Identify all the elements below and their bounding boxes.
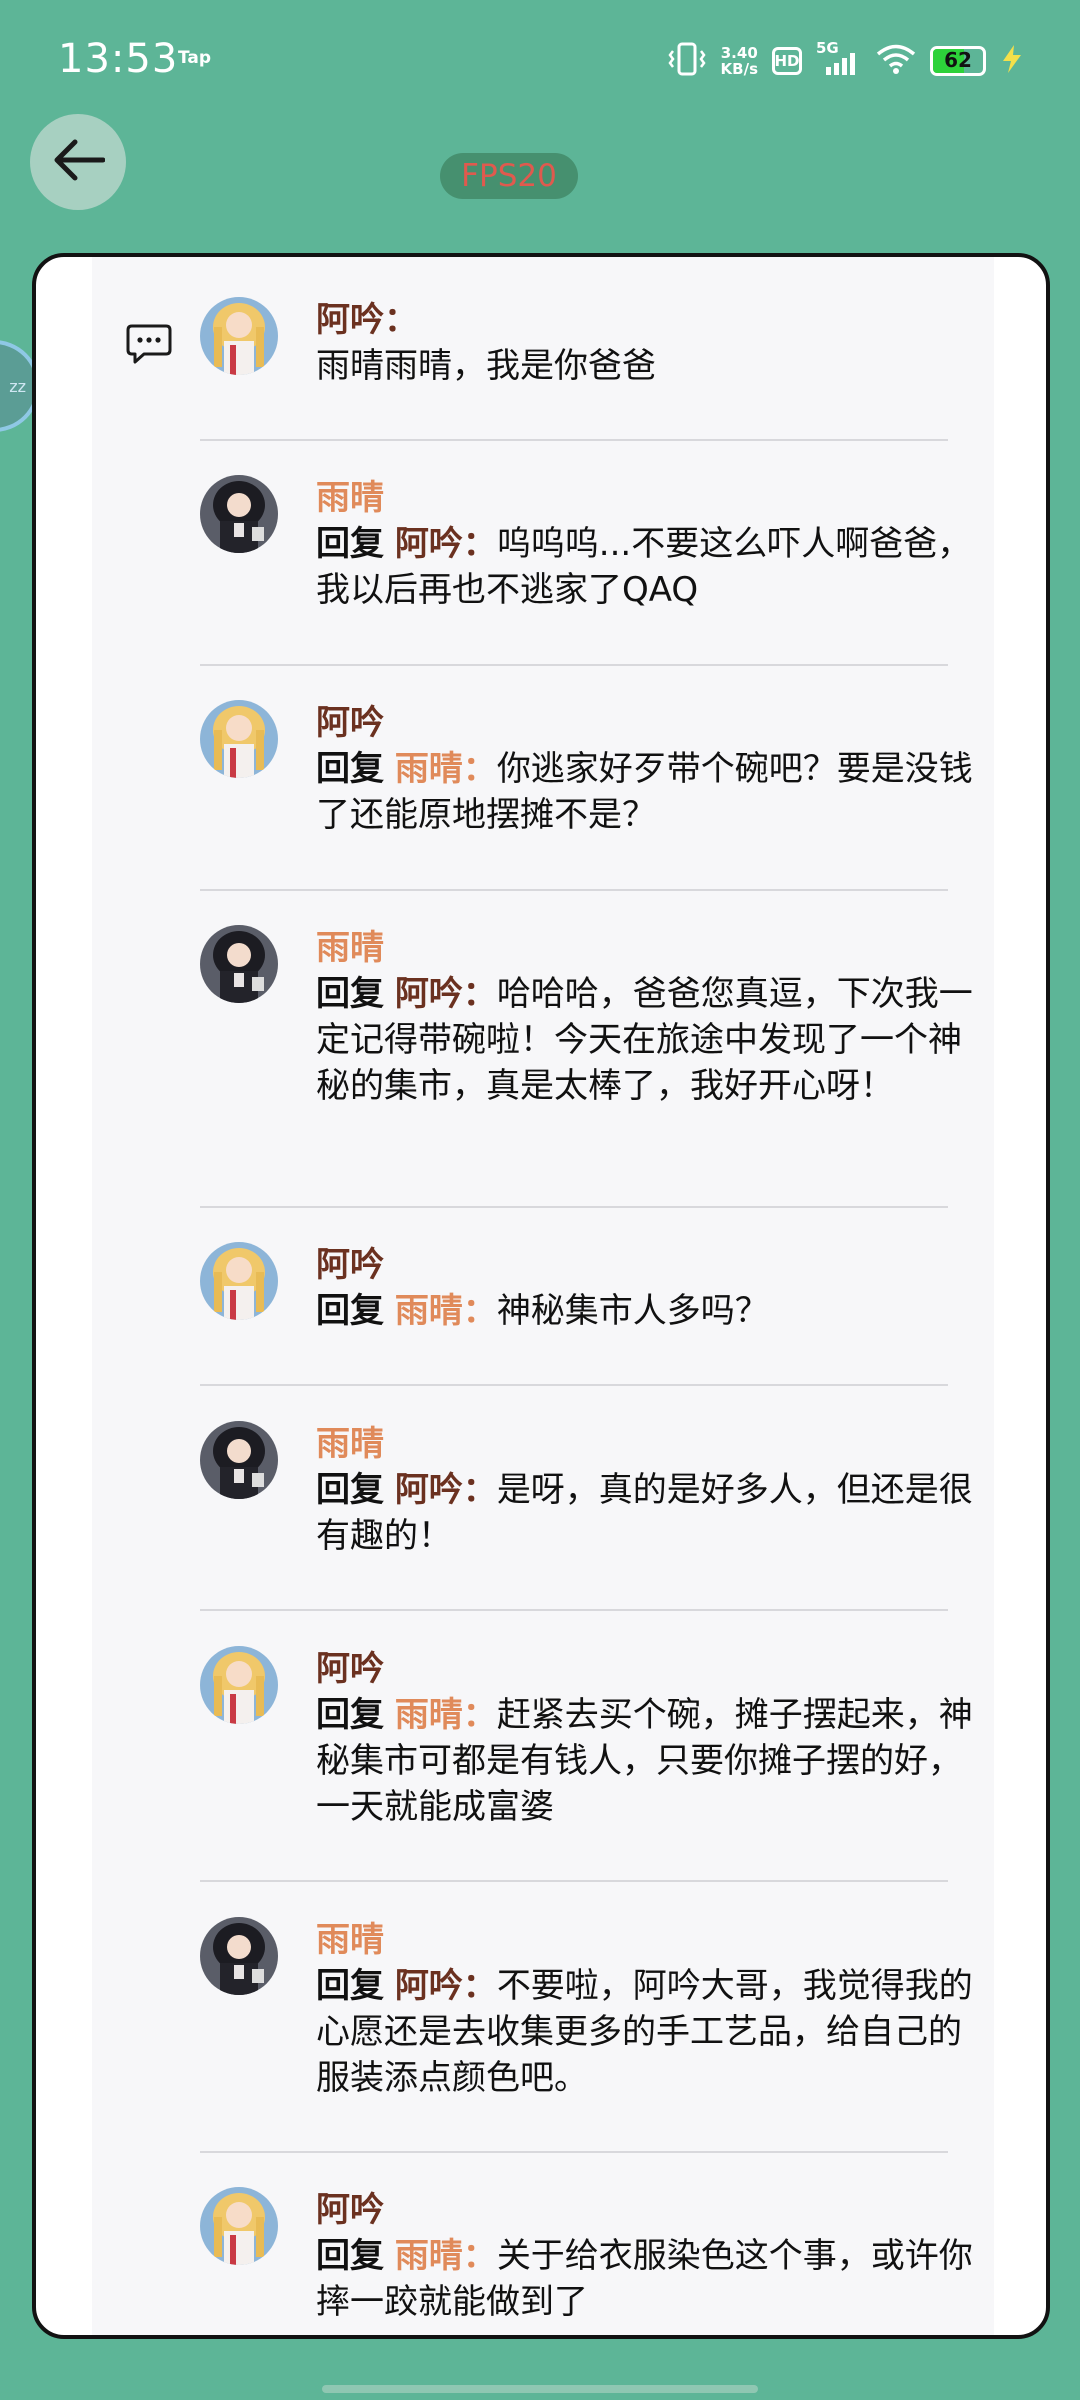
message-content: 神秘集市人多吗？ [496, 1291, 769, 1331]
status-time: 13:53 [58, 36, 179, 82]
message-text: 阿吟 回复 雨晴：关于给衣服染色这个事，或许你摔一跤就能做到了 [316, 2187, 976, 2325]
divider [200, 1609, 948, 1611]
avatar [200, 1421, 278, 1499]
message-body: 雨晴雨晴，我是你爸爸 [316, 346, 656, 386]
reply-to-name: 雨晴： [394, 1695, 497, 1735]
speed-value: 3.40 [720, 44, 758, 62]
comment-icon[interactable] [126, 323, 172, 369]
divider [200, 1384, 948, 1386]
speed-unit: KB/s [720, 60, 758, 78]
reply-label: 回复 [316, 1291, 384, 1331]
battery-level: 62 [944, 48, 972, 72]
arrow-left-icon [51, 138, 106, 186]
avatar [200, 1646, 278, 1724]
sender-name: 雨晴 [316, 928, 384, 968]
divider [200, 439, 948, 441]
avatar [200, 1917, 278, 1995]
divider [200, 889, 948, 891]
message-text: 雨晴 回复 阿吟：哈哈哈，爸爸您真逗，下次我一定记得带碗啦！今天在旅途中发现了一… [316, 925, 976, 1109]
sender-name: 阿吟 [316, 1649, 384, 1689]
charging-icon [1000, 44, 1024, 78]
divider [200, 664, 948, 666]
message-body: 回复 雨晴：你逃家好歹带个碗吧？要是没钱了还能原地摆摊不是？ [316, 746, 976, 838]
sender-name: 阿吟： [316, 300, 418, 340]
message-body: 回复 阿吟：哈哈哈，爸爸您真逗，下次我一定记得带碗啦！今天在旅途中发现了一个神秘… [316, 971, 976, 1109]
reply-label: 回复 [316, 749, 384, 789]
battery-icon: 62 [930, 46, 986, 76]
message-body: 回复 雨晴：神秘集市人多吗？ [316, 1288, 976, 1334]
back-button[interactable] [30, 114, 126, 210]
reply-to-name: 雨晴： [394, 1291, 497, 1331]
vibrate-icon [667, 41, 707, 81]
sender-name: 雨晴 [316, 1424, 384, 1464]
message-text: 雨晴 回复 阿吟：是呀，真的是好多人，但还是很有趣的！ [316, 1421, 976, 1559]
sender-name: 阿吟 [316, 1245, 384, 1285]
conversation-card: 阿吟： 雨晴雨晴，我是你爸爸 雨晴 回复 阿吟：呜呜呜...不要这么吓人啊爸爸，… [32, 253, 1050, 2339]
tap-indicator: Tap [178, 48, 212, 68]
message-body: 回复 阿吟：是呀，真的是好多人，但还是很有趣的！ [316, 1467, 976, 1559]
signal-icon: 5G [816, 39, 862, 79]
home-indicator[interactable] [322, 2385, 758, 2393]
reply-to-name: 阿吟： [394, 1966, 497, 2006]
sender-name: 阿吟 [316, 703, 384, 743]
reply-label: 回复 [316, 1470, 384, 1510]
sender-name: 雨晴 [316, 1920, 384, 1960]
status-bar: 13:53 Tap 3.40 KB/s HD 5G 62 [0, 0, 1080, 120]
reply-to-name: 雨晴： [394, 2236, 497, 2276]
avatar [200, 925, 278, 1003]
message-text: 阿吟 回复 雨晴：赶紧去买个碗，摊子摆起来，神秘集市可都是有钱人，只要你摊子摆的… [316, 1646, 976, 1830]
divider [200, 1206, 948, 1208]
message-body: 回复 雨晴：赶紧去买个碗，摊子摆起来，神秘集市可都是有钱人，只要你摊子摆的好，一… [316, 1692, 976, 1830]
reply-label: 回复 [316, 2236, 384, 2276]
avatar [200, 475, 278, 553]
avatar [200, 2187, 278, 2265]
sender-name: 阿吟 [316, 2190, 384, 2230]
wifi-icon [876, 43, 916, 79]
message-body: 回复 阿吟：呜呜呜...不要这么吓人啊爸爸，我以后再也不逃家了QAQ [316, 521, 976, 613]
avatar [200, 1242, 278, 1320]
reply-to-name: 阿吟： [394, 974, 497, 1014]
message-text: 雨晴 回复 阿吟：呜呜呜...不要这么吓人啊爸爸，我以后再也不逃家了QAQ [316, 475, 976, 613]
message-body: 回复 阿吟：不要啦，阿吟大哥，我觉得我的心愿还是去收集更多的手工艺品，给自己的服… [316, 1963, 976, 2101]
reply-label: 回复 [316, 1966, 384, 2006]
avatar [200, 297, 278, 375]
sender-name: 雨晴 [316, 478, 384, 518]
message-text: 阿吟 回复 雨晴：神秘集市人多吗？ [316, 1242, 976, 1334]
reply-label: 回复 [316, 1695, 384, 1735]
reply-to-name: 阿吟： [394, 1470, 497, 1510]
network-speed: 3.40 KB/s [721, 45, 758, 77]
message-text: 阿吟 回复 雨晴：你逃家好歹带个碗吧？要是没钱了还能原地摆摊不是？ [316, 700, 976, 838]
hd-icon: HD [772, 47, 802, 75]
status-icons: 3.40 KB/s HD 5G 62 [667, 36, 1024, 86]
message-text: 雨晴 回复 阿吟：不要啦，阿吟大哥，我觉得我的心愿还是去收集更多的手工艺品，给自… [316, 1917, 976, 2101]
reply-label: 回复 [316, 974, 384, 1014]
fps-badge: FPS20 [440, 153, 578, 199]
reply-to-name: 雨晴： [394, 749, 497, 789]
message-body: 回复 雨晴：关于给衣服染色这个事，或许你摔一跤就能做到了 [316, 2233, 976, 2325]
avatar [200, 700, 278, 778]
reply-label: 回复 [316, 524, 384, 564]
reply-to-name: 阿吟： [394, 524, 497, 564]
divider [200, 1880, 948, 1882]
message-text: 阿吟： 雨晴雨晴，我是你爸爸 [316, 297, 976, 389]
divider [200, 2151, 948, 2153]
